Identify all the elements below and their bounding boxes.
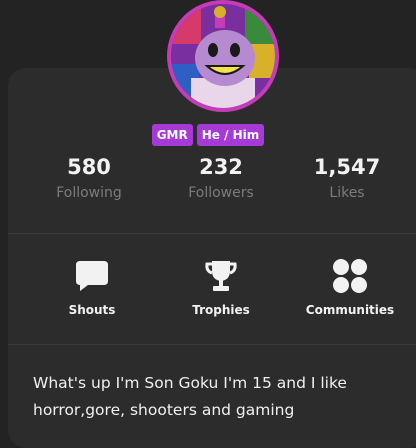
stat-following[interactable]: 580 Following [29,154,149,204]
stat-value: 1,547 [313,155,381,179]
badge-gmr: GMR [151,124,193,146]
stat-label: Following [56,185,122,201]
bio-text: What's up I'm Son Goku I'm 15 and I like… [33,374,347,419]
stat-likes[interactable]: 1,547 Likes [287,154,407,204]
nav-label: Communities [305,303,395,317]
stat-value: 232 [199,155,243,179]
speech-bubble-icon [32,256,152,296]
divider [8,344,416,345]
stat-label: Followers [188,185,254,201]
avatar[interactable] [167,0,279,112]
divider [8,233,416,234]
communities-icon [290,256,410,296]
nav-shouts[interactable]: Shouts [32,256,152,318]
badge-row: GMR He / Him [0,124,416,146]
nav-label: Trophies [192,303,250,317]
badge-pronouns: He / Him [196,124,265,146]
stat-followers[interactable]: 232 Followers [161,154,281,204]
stat-value: 580 [67,155,111,179]
stat-label: Likes [329,185,365,201]
trophy-icon [161,256,281,296]
nav-label: Shouts [68,303,116,317]
nav-communities[interactable]: Communities [290,256,410,318]
nav-trophies[interactable]: Trophies [161,256,281,318]
avatar-image [167,0,279,112]
